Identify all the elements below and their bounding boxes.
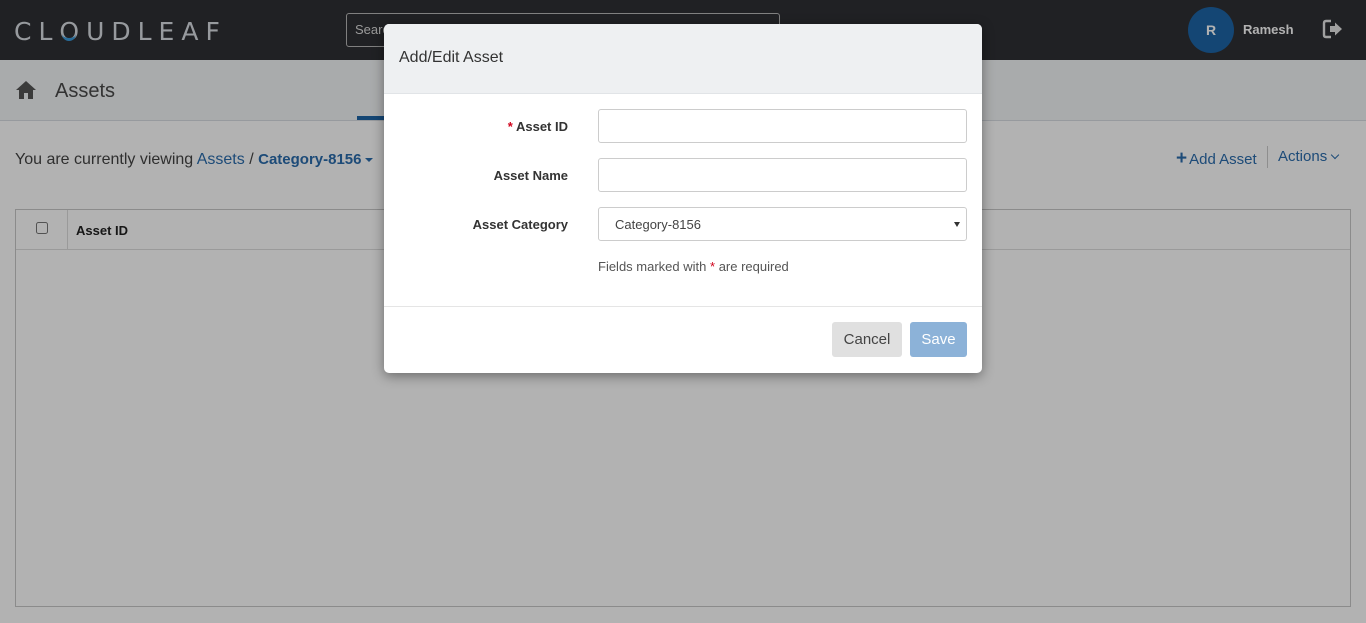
asset-category-select[interactable]: Category-8156 (598, 207, 967, 241)
save-button[interactable]: Save (910, 322, 967, 357)
asset-name-input[interactable] (599, 159, 966, 191)
required-marker: * (507, 119, 513, 134)
required-marker: * (710, 259, 716, 274)
asset-category-value: Category-8156 (615, 217, 701, 232)
asset-id-label: * Asset ID (507, 119, 568, 134)
asset-name-field[interactable] (598, 158, 967, 192)
dropdown-arrow-icon (954, 222, 960, 227)
modal-title: Add/Edit Asset (399, 49, 504, 66)
cancel-button[interactable]: Cancel (832, 322, 902, 357)
add-edit-asset-dialog: Add/Edit Asset * Asset ID Asset Name Ass… (384, 24, 982, 373)
required-fields-note: Fields marked with * are required (598, 259, 789, 274)
modal-footer-divider (384, 306, 982, 307)
asset-id-field[interactable] (598, 109, 967, 143)
asset-category-label: Asset Category (472, 217, 568, 232)
asset-name-label: Asset Name (493, 168, 568, 183)
asset-id-input[interactable] (599, 110, 966, 142)
modal-header: Add/Edit Asset (384, 24, 982, 94)
